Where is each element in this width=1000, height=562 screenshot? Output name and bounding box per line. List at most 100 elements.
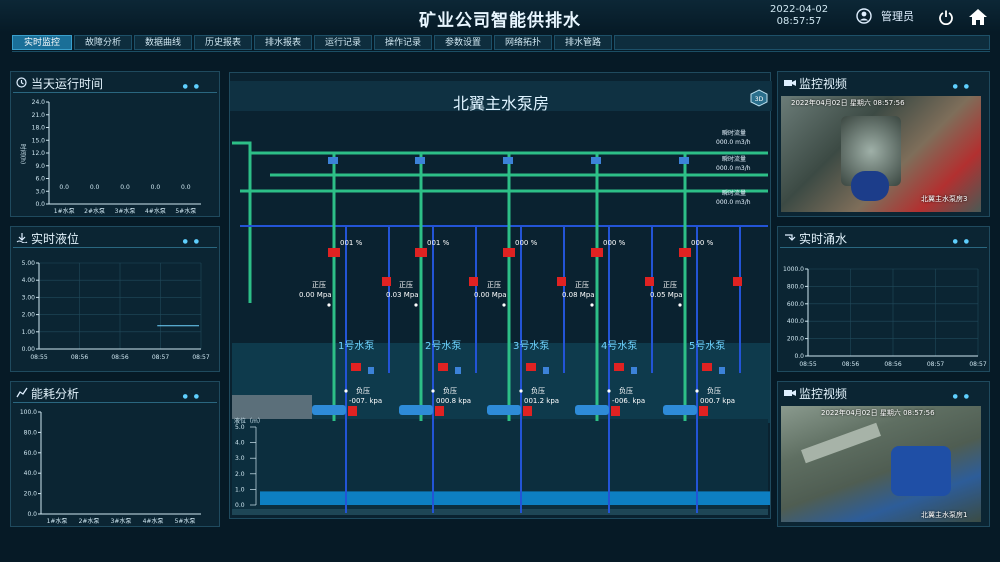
pump-motor <box>348 406 357 416</box>
pos-pressure-value: 0.00 Mpa <box>474 291 507 299</box>
tab-4[interactable]: 排水报表 <box>254 35 312 50</box>
pos-pressure-value: 0.03 Mpa <box>386 291 419 299</box>
runtime-y-tick-label: 24.0 <box>32 99 46 106</box>
neg-pressure-value: -007. kpa <box>349 397 382 405</box>
valve-icon <box>351 363 361 371</box>
tab-6[interactable]: 操作记录 <box>374 35 432 50</box>
tab-9[interactable]: 排水管路 <box>554 35 612 50</box>
valve-icon <box>503 248 515 257</box>
user-icon[interactable] <box>856 8 872 24</box>
level-axis-tick: 2.0 <box>235 471 245 478</box>
pressure-dot <box>590 303 594 307</box>
flow-label: 瞬时流量 <box>722 129 746 137</box>
valve-percent: 001 % <box>427 239 450 247</box>
runtime-value-label: 0.0 <box>120 184 130 191</box>
valve-icon <box>328 248 340 257</box>
runtime-y-tick-label: 18.0 <box>32 125 46 132</box>
pump-motor <box>699 406 708 416</box>
pump-motor <box>435 406 444 416</box>
level-x-tick-label: 08:57 <box>152 354 169 361</box>
runtime-value-label: 0.0 <box>151 184 161 191</box>
energy-x-tick-label: 2#水泵 <box>79 517 100 525</box>
feed-shape <box>801 422 881 464</box>
energy-x-tick-label: 1#水泵 <box>47 517 68 525</box>
valve-icon <box>543 367 549 374</box>
panel-divider <box>13 247 217 248</box>
camera-feed-1[interactable]: 2022年04月02日 星期六 08:57:56 北翼主水泵房3 <box>781 96 981 212</box>
panel-dots: ● ● <box>952 83 971 90</box>
level-x-tick-label: 08:55 <box>30 354 47 361</box>
runtime-x-tick-label: 2#水泵 <box>84 207 105 215</box>
valve-icon <box>702 363 712 371</box>
tab-1[interactable]: 故障分析 <box>74 35 132 50</box>
tab-8[interactable]: 网络拓扑 <box>494 35 552 50</box>
runtime-chart: 24.0 21.0 18.0 15.0 12.0 9.0 6.0 3.0 0.0 时间(h) 0.0… <box>19 99 201 215</box>
valve-icon <box>733 277 742 286</box>
clock-icon <box>16 77 27 88</box>
inflow-y-tick-label: 200.0 <box>787 336 804 343</box>
pump-name: 2号水泵 <box>425 340 461 352</box>
panel-dots: ● ● <box>182 393 201 400</box>
inflow-y-tick-label: 0.0 <box>794 353 804 360</box>
level-axis-tick: 0.0 <box>235 502 245 509</box>
inflow-y-tick-label: 800.0 <box>787 283 804 290</box>
level-axis-tick: 3.0 <box>235 455 245 462</box>
valve-icon <box>614 363 624 371</box>
inflow-icon <box>785 234 796 241</box>
level-chart: 08:55 08:56 08:56 08:57 08:57 5.00 4.00 3.00 2.0… <box>22 260 210 361</box>
runtime-y-tick-label: 9.0 <box>35 163 45 170</box>
valve-icon <box>503 157 513 164</box>
pos-pressure-label: 正压 <box>663 281 677 289</box>
runtime-x-tick-label: 5#水泵 <box>175 207 196 215</box>
video1-caption: 北翼主水泵房3 <box>921 195 968 203</box>
runtime-title: 当天运行时间 <box>31 77 104 91</box>
energy-y-tick-label: 40.0 <box>24 470 38 477</box>
pressure-dot <box>502 303 506 307</box>
pump-name: 5号水泵 <box>689 340 725 352</box>
energy-x-tick-label: 3#水泵 <box>111 517 132 525</box>
level-x-tick-label: 08:56 <box>111 354 128 361</box>
tab-7[interactable]: 参数设置 <box>434 35 492 50</box>
pump-room-panel: 北翼主水泵房 3D 液位（m） 5.0 4.0 3.0 2.0 1.0 0.0 瞬时流量 000… <box>229 72 772 519</box>
valve-percent: 000 % <box>515 239 538 247</box>
runtime-x-tick-label: 4#水泵 <box>145 207 166 215</box>
energy-y-tick-label: 80.0 <box>24 429 38 436</box>
app-title: 矿业公司智能供排水 <box>419 11 581 31</box>
video1-title: 监控视频 <box>799 77 848 91</box>
tab-3[interactable]: 历史报表 <box>194 35 252 50</box>
inflow-x-tick-label: 08:56 <box>842 361 859 368</box>
tab-5[interactable]: 运行记录 <box>314 35 372 50</box>
pos-pressure-value: 0.00 Mpa <box>299 291 332 299</box>
level-x-tick-label: 08:57 <box>192 354 209 361</box>
tab-0[interactable]: 实时监控 <box>12 35 72 50</box>
runtime-y-tick-label: 12.0 <box>32 150 46 157</box>
datetime: 2022-04-02 08:57:57 <box>770 4 828 28</box>
inflow-title: 实时涌水 <box>799 232 848 246</box>
home-icon[interactable] <box>968 8 988 26</box>
pump-motor <box>611 406 620 416</box>
energy-y-tick-label: 60.0 <box>24 450 38 457</box>
pipe-green-riser <box>232 141 252 303</box>
panel-divider <box>13 92 217 93</box>
valve-icon <box>438 363 448 371</box>
pressure-dot <box>695 389 699 393</box>
level-icon <box>16 233 28 243</box>
flow-value: 000.0 m3/h <box>716 139 751 146</box>
valve-percent: 001 % <box>340 239 363 247</box>
level-y-tick-label: 2.00 <box>22 312 36 319</box>
pump-name: 4号水泵 <box>601 340 637 352</box>
energy-x-tick-label: 4#水泵 <box>143 517 164 525</box>
tab-2[interactable]: 数据曲线 <box>134 35 192 50</box>
power-icon[interactable] <box>938 9 954 25</box>
user-name[interactable]: 管理员 <box>881 8 914 24</box>
pump-schematic: 液位（m）5.04.03.02.01.00.0瞬时流量000.0 m3/h瞬时流… <box>232 129 770 515</box>
inflow-panel: 实时涌水 ● ● 08:55 08:56 08:56 08:57 08:57 1000.0… <box>777 226 990 372</box>
floor-bar <box>232 509 768 515</box>
water-level-fill <box>260 491 770 505</box>
panel-divider <box>13 402 217 403</box>
neg-pressure-value: 000.7 kpa <box>700 397 735 405</box>
feed-shape <box>891 446 951 496</box>
valve-icon <box>415 157 425 164</box>
camera-feed-2[interactable]: 2022年04月02日 星期六 08:57:56 北翼主水泵房1 <box>781 406 981 522</box>
valve-icon <box>591 157 601 164</box>
